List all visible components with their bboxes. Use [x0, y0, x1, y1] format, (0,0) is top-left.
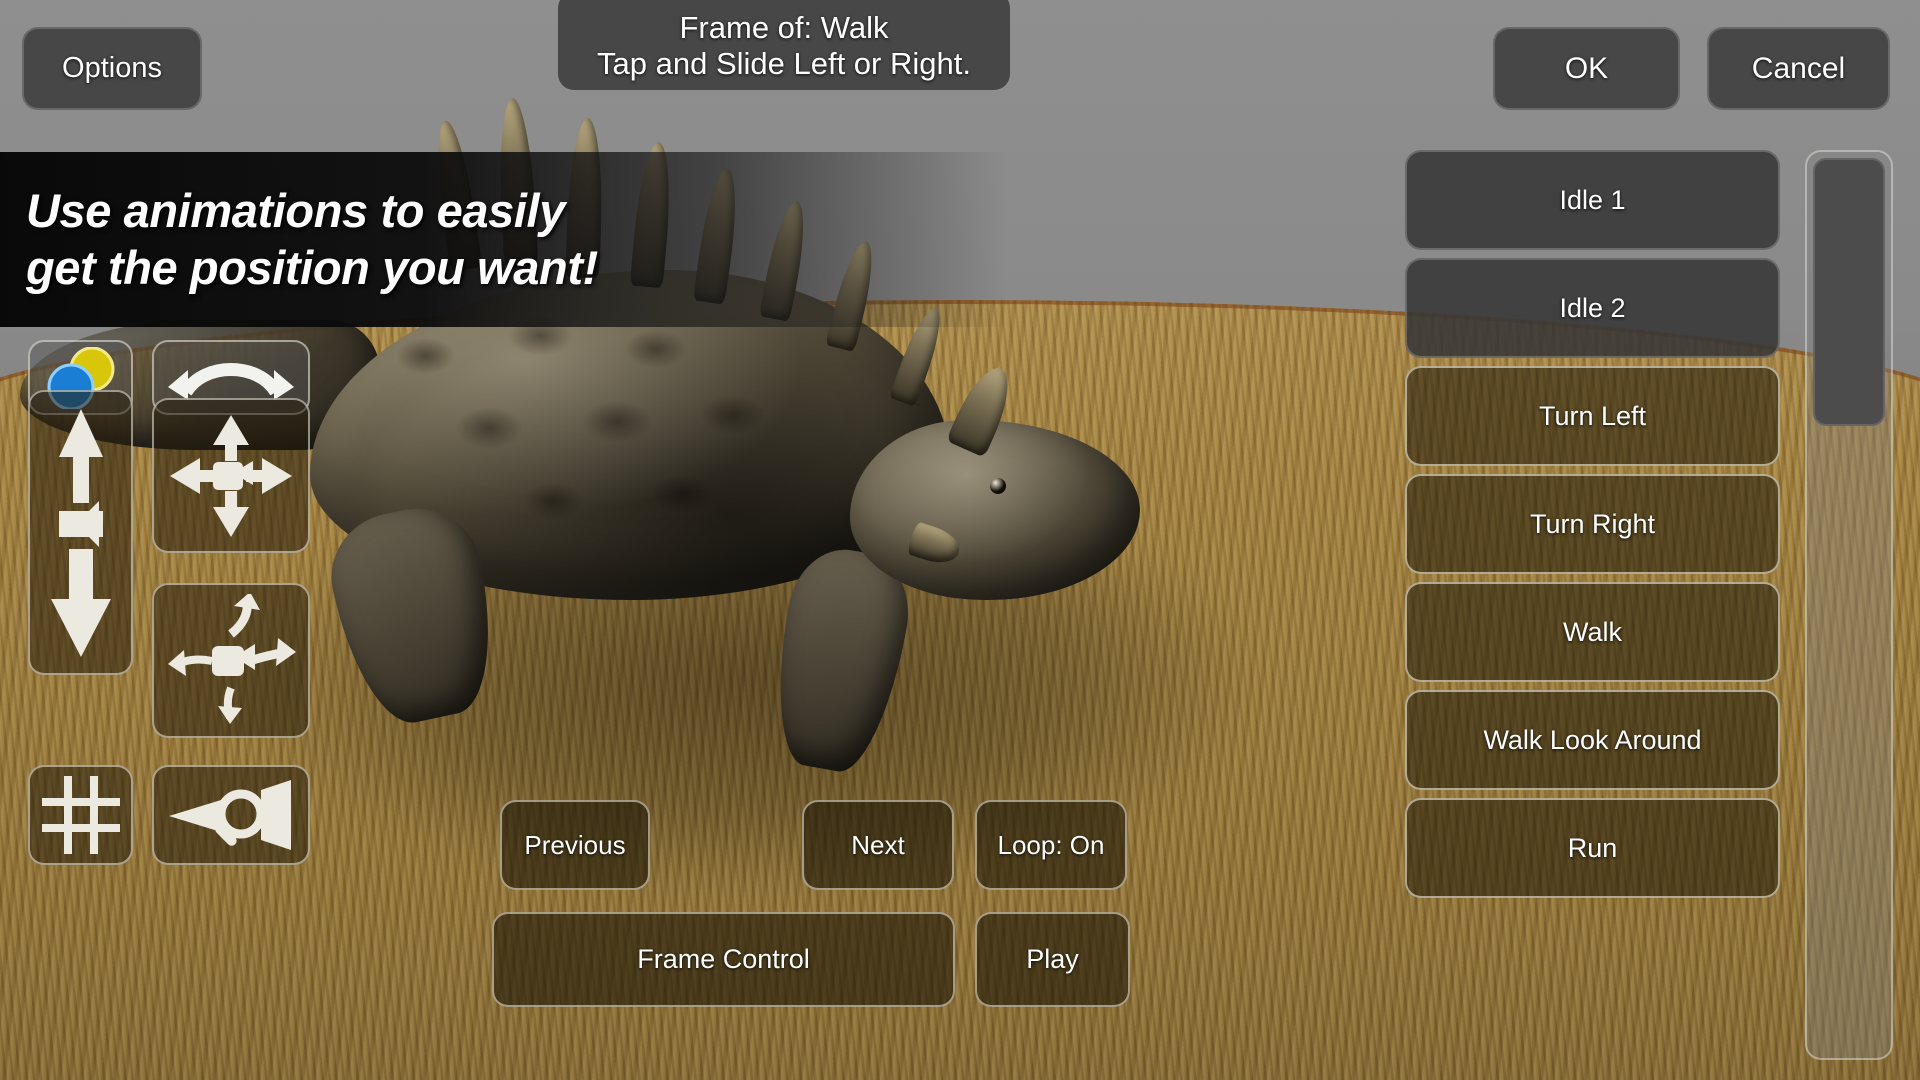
dinosaur-head [850, 420, 1140, 600]
frame-control-label: Frame Control [637, 944, 810, 974]
previous-button-label: Previous [524, 829, 626, 860]
animation-item-label: Run [1567, 832, 1618, 863]
cancel-button-label: Cancel [1751, 51, 1846, 85]
ok-button[interactable]: OK [1493, 27, 1680, 110]
animation-item-run[interactable]: Run [1405, 798, 1780, 898]
options-button[interactable]: Options [22, 27, 202, 110]
animation-item-label: Turn Right [1529, 508, 1656, 539]
animation-item-label: Idle 1 [1559, 184, 1626, 215]
camera-orbit-icon [164, 593, 298, 728]
animation-item-turn-left[interactable]: Turn Left [1405, 366, 1780, 466]
animation-item-turn-right[interactable]: Turn Right [1405, 474, 1780, 574]
zoom-camera-button[interactable] [152, 765, 310, 865]
animation-item-walk[interactable]: Walk [1405, 582, 1780, 682]
toggle-grid-button[interactable] [28, 765, 133, 865]
frame-title-plate: Frame of: Walk Tap and Slide Left or Rig… [558, 0, 1010, 90]
previous-frame-button[interactable]: Previous [500, 800, 650, 890]
loop-toggle-button[interactable]: Loop: On [975, 800, 1127, 890]
frame-control-button[interactable]: Frame Control [492, 912, 955, 1007]
frame-title-line2: Tap and Slide Left or Right. [597, 46, 971, 81]
options-button-label: Options [62, 52, 162, 84]
loop-button-label: Loop: On [997, 829, 1105, 860]
move-camera-vertical-button[interactable] [28, 390, 133, 675]
promo-banner-line1: Use animations to easily [26, 184, 565, 238]
next-frame-button[interactable]: Next [802, 800, 954, 890]
animation-item-label: Walk [1563, 616, 1622, 647]
camera-vertical-move-icon [37, 403, 125, 663]
animation-list: Idle 1 Idle 2 Turn Left Turn Right Walk … [1405, 150, 1780, 1070]
play-button-label: Play [1026, 944, 1079, 974]
next-button-label: Next [851, 829, 905, 860]
animation-item-idle-2[interactable]: Idle 2 [1405, 258, 1780, 358]
animation-item-label: Idle 2 [1559, 292, 1626, 323]
orbit-camera-button[interactable] [152, 583, 310, 738]
animation-item-idle-1[interactable]: Idle 1 [1405, 150, 1780, 250]
ok-button-label: OK [1564, 51, 1609, 85]
animation-item-label: Turn Left [1538, 400, 1647, 431]
promo-banner: Use animations to easily get the positio… [0, 152, 1010, 327]
pan-camera-button[interactable] [152, 398, 310, 553]
dinosaur-eye [990, 478, 1006, 494]
camera-pan-icon [164, 409, 298, 543]
animation-list-scrollbar-thumb[interactable] [1813, 158, 1885, 426]
app-root: Options Frame of: Walk Tap and Slide Lef… [0, 0, 1920, 1080]
animation-item-label: Walk Look Around [1483, 724, 1702, 755]
zoom-camera-icon [165, 774, 297, 856]
animation-item-walk-look-around[interactable]: Walk Look Around [1405, 690, 1780, 790]
play-button[interactable]: Play [975, 912, 1130, 1007]
grid-icon [40, 774, 122, 856]
animation-list-scrollbar[interactable] [1805, 150, 1893, 1060]
frame-title-line1: Frame of: Walk [679, 10, 889, 46]
promo-banner-line2: get the position you want! [26, 240, 598, 294]
cancel-button[interactable]: Cancel [1707, 27, 1890, 110]
